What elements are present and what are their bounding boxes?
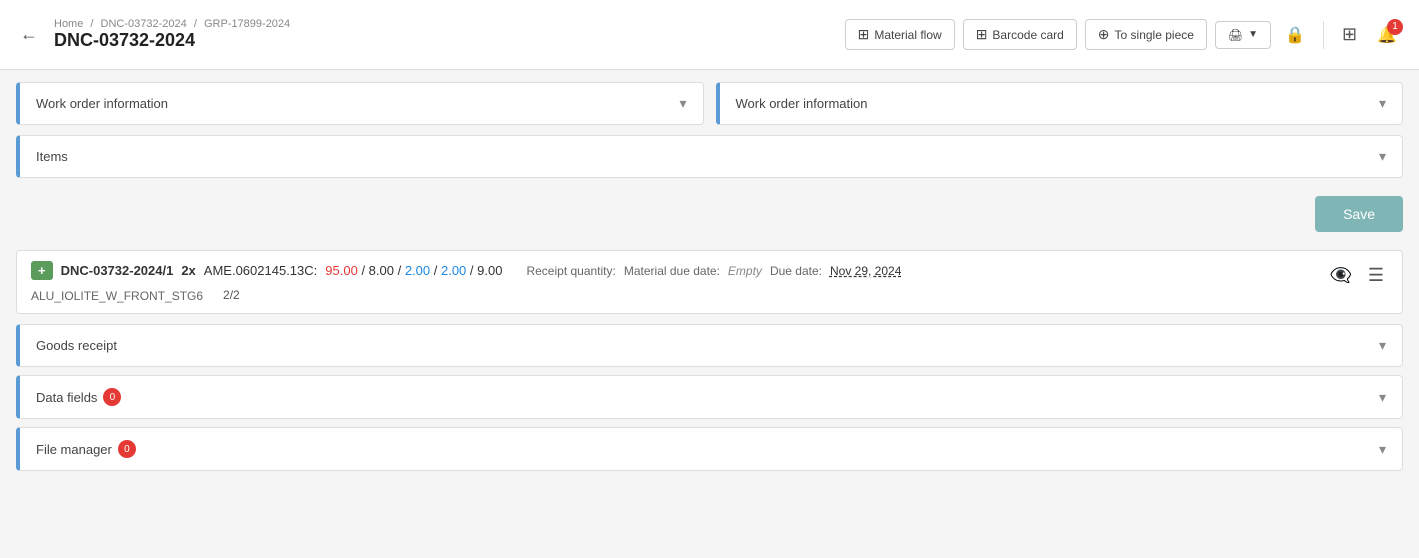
breadcrumb-home[interactable]: Home [54,18,83,30]
nums-sep2: / [434,263,441,278]
right-panel-chevron: ▾ [1379,95,1386,112]
grid-icon: ⊞ [1342,24,1357,44]
work-order-actions: 👁‍🗨 ☰ [1325,261,1388,290]
breadcrumb-trail: Home / DNC-03732-2024 / GRP-17899-2024 [54,18,290,30]
file-manager-header-content: File manager 0 [36,440,136,458]
work-order-add-button[interactable]: + [31,261,53,280]
due-date-value: Nov 29, 2024 [830,264,901,278]
nums-blue1: 2.00 [405,263,430,278]
breadcrumb-item1[interactable]: DNC-03732-2024 [101,18,187,30]
work-order-quantity-prefix: 2x [181,263,195,278]
items-panel-header[interactable]: Items ▾ [20,136,1402,177]
to-single-piece-label: To single piece [1115,28,1194,42]
breadcrumb-item2[interactable]: GRP-17899-2024 [204,18,290,30]
lock-icon: 🔒 [1285,27,1305,44]
items-panel: Items ▾ [16,135,1403,178]
lock-button[interactable]: 🔒 [1279,19,1311,51]
print-chevron: ▼ [1248,29,1258,40]
items-panel-chevron: ▾ [1379,148,1386,165]
work-order-id: DNC-03732-2024/1 [61,263,174,278]
back-button[interactable]: ← [16,20,42,49]
grid-view-button[interactable]: ⊞ [1336,18,1363,51]
notification-badge: 1 [1387,19,1403,35]
file-manager-header[interactable]: File manager 0 ▾ [20,428,1402,470]
material-due-value: Empty [728,264,762,278]
main-content: Work order information ▾ Work order info… [0,70,1419,491]
save-area: Save [16,188,1403,240]
list-icon: ☰ [1368,265,1384,285]
left-work-order-panel: Work order information ▾ [16,82,704,125]
header-divider [1323,21,1324,49]
list-icon-button[interactable]: ☰ [1364,261,1388,290]
page-title: DNC-03732-2024 [54,30,290,51]
barcode-card-button[interactable]: ⊞ Barcode card [963,19,1077,50]
to-single-piece-icon: ⊕ [1098,26,1110,43]
eye-grid-icon-button[interactable]: 👁‍🗨 [1325,261,1355,290]
receipt-label: Receipt quantity: [526,264,615,278]
breadcrumb: Home / DNC-03732-2024 / GRP-17899-2024 D… [54,18,290,51]
to-single-piece-button[interactable]: ⊕ To single piece [1085,19,1207,50]
breadcrumb-sep1: / [90,18,93,30]
work-order-code: AME.0602145.13C: [204,263,317,278]
goods-receipt-chevron: ▾ [1379,337,1386,354]
right-work-order-panel: Work order information ▾ [716,82,1404,125]
goods-receipt-title: Goods receipt [36,338,117,353]
notification-button[interactable]: 🔔 1 [1371,19,1403,51]
file-manager-panel: File manager 0 ▾ [16,427,1403,471]
left-panel-header[interactable]: Work order information ▾ [20,83,703,124]
work-order-row: + DNC-03732-2024/1 2x AME.0602145.13C: 9… [16,250,1403,314]
receipt-value: 2/2 [223,288,240,302]
data-fields-badge: 0 [103,388,121,406]
eye-grid-icon: 👁‍🗨 [1329,265,1351,285]
work-order-left: + DNC-03732-2024/1 2x AME.0602145.13C: 9… [31,261,901,303]
data-fields-header[interactable]: Data fields 0 ▾ [20,376,1402,418]
work-order-top: + DNC-03732-2024/1 2x AME.0602145.13C: 9… [31,261,901,280]
file-manager-badge: 0 [118,440,136,458]
print-icon: 🖨 [1228,28,1243,42]
nums-sep1: / 8.00 / [361,263,401,278]
goods-receipt-header[interactable]: Goods receipt ▾ [20,325,1402,366]
material-flow-icon: ⊞ [858,26,870,43]
nums-red: 95.00 [325,263,358,278]
data-fields-chevron: ▾ [1379,389,1386,406]
barcode-card-label: Barcode card [992,28,1063,42]
header-left: ← Home / DNC-03732-2024 / GRP-17899-2024… [16,18,290,51]
work-order-info-row: Work order information ▾ Work order info… [16,82,1403,125]
left-panel-title: Work order information [36,96,168,111]
due-date-label: Due date: [770,264,822,278]
right-panel-header[interactable]: Work order information ▾ [720,83,1403,124]
work-order-nums: 95.00 / 8.00 / 2.00 / 2.00 / 9.00 [325,263,502,278]
items-panel-title: Items [36,149,68,164]
left-panel-chevron: ▾ [679,95,686,112]
nums-black: 9.00 [477,263,502,278]
file-manager-title: File manager [36,442,112,457]
header-right: ⊞ Material flow ⊞ Barcode card ⊕ To sing… [845,18,1403,51]
material-flow-button[interactable]: ⊞ Material flow [845,19,955,50]
work-order-sub: ALU_IOLITE_W_FRONT_STG6 [31,289,203,303]
print-button[interactable]: 🖨 ▼ [1215,21,1271,49]
goods-receipt-panel: Goods receipt ▾ [16,324,1403,367]
right-panel-title: Work order information [736,96,868,111]
breadcrumb-sep2: / [194,18,197,30]
data-fields-title: Data fields [36,390,97,405]
material-due-label: Material due date: [624,264,720,278]
data-fields-header-content: Data fields 0 [36,388,121,406]
save-button[interactable]: Save [1315,196,1403,232]
file-manager-chevron: ▾ [1379,441,1386,458]
barcode-card-icon: ⊞ [976,26,988,43]
page-header: ← Home / DNC-03732-2024 / GRP-17899-2024… [0,0,1419,70]
material-flow-label: Material flow [874,28,941,42]
data-fields-panel: Data fields 0 ▾ [16,375,1403,419]
nums-blue2: 2.00 [441,263,466,278]
